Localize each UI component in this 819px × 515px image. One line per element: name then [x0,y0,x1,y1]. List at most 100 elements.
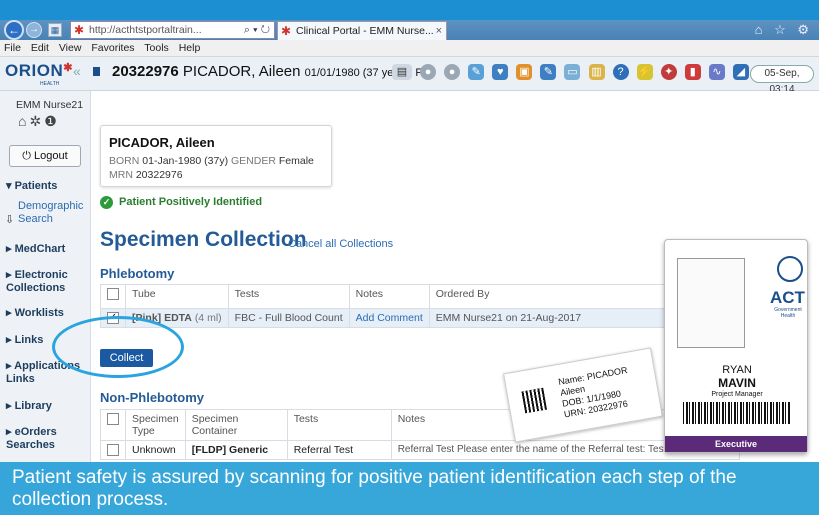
sidebar-user-name: EMM Nurse21 [16,99,84,111]
wristband-qr-code [521,387,547,414]
help-icon[interactable]: ? [612,64,629,80]
col-tests: Tests [227,284,350,309]
browser-toolbar: ← → ▦ ✱ http://acthtstportaltrain... ⌕ ▾… [0,20,819,40]
row-tests: Referral Test [286,439,392,461]
wristband-text: Name: PICADOR Aileen DOB: 1/1/1980 URN: … [557,364,629,420]
site-favicon-icon: ✱ [74,23,85,37]
close-tab-icon[interactable]: × [436,22,442,40]
gear-icon[interactable]: ✲ [29,113,44,129]
toolbar-icons: ▤ ● ● ✎ ♥ ▣ ✎ ▭ ▥ ? ⚡ ✦ ▮ ∿ ◢ [392,64,754,82]
banner-mrn: 20322976 [112,63,179,80]
patient-mrn-row: MRN 20322976 [109,169,183,181]
sidebar-item-eorders-searches[interactable]: ▸ eOrders Searches [6,426,76,452]
tube-volume: (4 ml) [194,312,222,324]
collapse-sidebar-icon[interactable]: « [73,63,81,79]
patient-born-row: BORN 01-Jan-1980 (37y) GENDER Female [109,155,314,167]
sidebar-item-worklists[interactable]: ▸ Worklists [6,307,64,320]
select-all-checkbox[interactable] [107,413,119,426]
caption-banner: Patient safety is assured by scanning fo… [0,462,819,515]
row-checkbox[interactable] [107,444,119,457]
pill-icon[interactable]: ◢ [732,64,749,80]
menu-favorites[interactable]: Favorites [91,42,134,54]
cursor-icon: ⇩ [5,214,15,226]
trend-icon[interactable]: ∿ [708,64,725,80]
sidebar: EMM Nurse21 ⌂✲❶ ⏻ Logout ▾ Patients Demo… [0,91,91,515]
highlighter-icon[interactable]: ⚡ [636,64,653,80]
menu-edit[interactable]: Edit [31,42,49,54]
app-header: ORION✱ HEALTH « 20322976 PICADOR, Aileen… [0,57,819,95]
patient-card-name: PICADOR, Aileen [109,135,215,150]
sidebar-item-library[interactable]: ▸ Library [6,400,52,413]
id-card-icon[interactable]: ▤ [392,64,412,80]
badge-gov-text: Government Health [774,307,802,319]
row-tests: FBC - Full Blood Count [227,307,350,329]
user-tool-icons: ⌂✲❶ [18,113,60,130]
stethoscope-icon[interactable]: ♥ [492,64,509,80]
table-row[interactable]: ✓ [Pink] EDTA (4 ml) FBC - Full Blood Co… [100,307,711,329]
col-tests: Tests [286,409,392,441]
menu-square-icon[interactable] [93,67,100,76]
sidebar-item-demographic-search[interactable]: Demographic Search [18,200,90,226]
power-icon: ⏻ [22,150,31,162]
highlight-circle [52,316,184,378]
sidebar-item-links[interactable]: ▸ Links [6,334,43,347]
act-seal-icon [777,256,803,282]
clipboard-icon[interactable]: ▥ [588,64,605,80]
address-text: http://acthtstportaltrain... [89,24,202,36]
tab-favicon-icon: ✱ [281,24,292,38]
col-tube: Tube [125,284,229,309]
row-specimen-container: [FLDP] Generic [184,439,288,461]
badge-first-name: RYAN [722,364,752,376]
badge-role: Project Manager [711,391,763,398]
sidebar-item-patients[interactable]: ▾ Patients [6,180,57,193]
badge-act-logo: ACT [770,288,805,307]
disc-icon[interactable]: ● [444,64,461,80]
banner-name: PICADOR, Aileen [182,63,301,80]
home-icon[interactable]: ⌂ [18,113,29,129]
lab-icon[interactable]: ▮ [684,64,701,80]
notes-icon[interactable]: ✎ [468,64,485,80]
cancel-all-collections-link[interactable]: Cancel all Collections [288,238,393,250]
date-time-badge[interactable]: 05-Sep, 03:14 [750,65,814,95]
select-all-checkbox[interactable] [107,288,119,301]
badge-last-name: MAVIN [718,376,756,390]
specimen-collection-title: Specimen Collection [100,228,307,251]
badge-photo [677,258,745,348]
forward-arrow-icon[interactable]: → [26,22,42,38]
logout-button[interactable]: ⏻ Logout [9,145,81,167]
non-phlebotomy-heading: Non-Phlebotomy [100,390,204,405]
add-comment-link[interactable]: Add Comment [356,312,423,324]
back-arrow-icon[interactable]: ← [4,20,24,40]
info-icon[interactable]: ❶ [44,113,60,129]
chart-icon[interactable]: ▣ [516,64,533,80]
check-circle-icon: ✓ [100,196,113,209]
address-tools-icon[interactable]: ⌕ ▾ ↻ [244,22,270,38]
address-bar[interactable]: ✱ http://acthtstportaltrain... ⌕ ▾ ↻ [70,21,275,39]
tab-title: Clinical Portal - EMM Nurse... [296,25,434,37]
pen-icon[interactable]: ✎ [540,64,557,80]
col-specimen-type: Specimen Type [125,409,186,441]
menu-help[interactable]: Help [179,42,201,54]
browser-tab[interactable]: ✱ Clinical Portal - EMM Nurse... × [277,21,447,40]
sidebar-item-medchart[interactable]: ▸ MedChart [6,243,65,256]
alert-icon[interactable]: ✦ [660,64,677,80]
orion-logo: ORION✱ [5,61,73,80]
staff-id-badge: ACT Government Health RYAN MAVIN Project… [664,239,808,453]
patient-banner: 20322976 PICADOR, Aileen 01/01/1980 (37 … [112,63,422,80]
browser-right-icons[interactable]: ⌂ ☆ ⚙ [755,22,813,38]
logout-label: Logout [34,150,68,162]
page-icon[interactable]: ▦ [48,23,62,37]
table-row[interactable]: Unknown [FLDP] Generic Referral Test Ref… [100,439,741,461]
document-icon[interactable]: ▭ [564,64,581,80]
menu-file[interactable]: File [4,42,21,54]
phlebotomy-heading: Phlebotomy [100,266,175,281]
menu-tools[interactable]: Tools [144,42,169,54]
sidebar-item-electronic-collections[interactable]: ▸ Electronic Collections [6,269,88,295]
record-icon[interactable]: ● [420,64,437,80]
menu-bar: File Edit View Favorites Tools Help [0,40,819,57]
phlebotomy-table: Tube Tests Notes Ordered By ✓ [Pink] EDT… [100,284,711,329]
badge-executive-band: Executive [665,436,807,452]
row-specimen-type: Unknown [125,439,186,461]
menu-view[interactable]: View [59,42,82,54]
patient-identified-status: ✓ Patient Positively Identified [100,196,262,209]
